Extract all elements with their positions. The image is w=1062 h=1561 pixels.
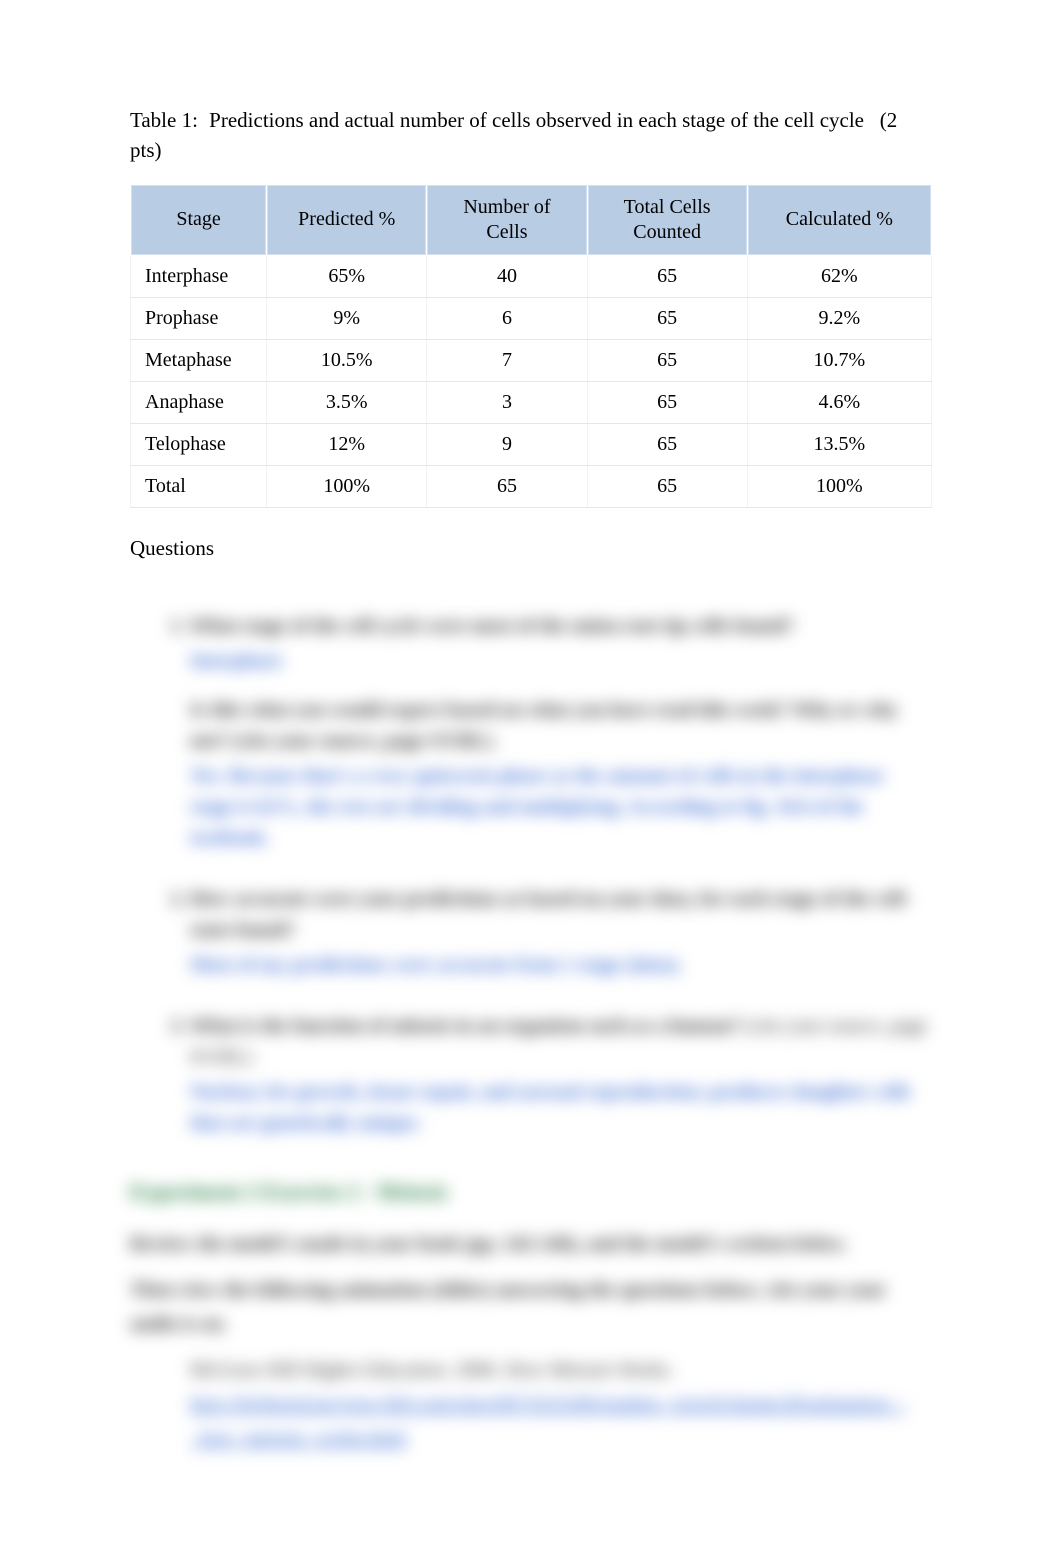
- cell-total: 65: [587, 297, 747, 339]
- questions-heading: Questions: [130, 536, 932, 561]
- cell-calculated: 62%: [747, 255, 931, 297]
- cell-stage: Metaphase: [131, 339, 267, 381]
- cell-number: 9: [427, 423, 587, 465]
- question-text: Is this what you would expect based on w…: [190, 699, 898, 752]
- cell-total: 65: [587, 381, 747, 423]
- table-caption-label: Table 1:: [130, 108, 198, 132]
- cell-stage: Telophase: [131, 423, 267, 465]
- cell-calculated: 10.7%: [747, 339, 931, 381]
- cell-predicted: 9%: [267, 297, 427, 339]
- cell-stage: Anaphase: [131, 381, 267, 423]
- table-row: Prophase9%6659.2%: [131, 297, 932, 339]
- table-row: Interphase65%406562%: [131, 255, 932, 297]
- col-header-calculated-text: Calculated %: [786, 208, 893, 230]
- cell-number: 3: [427, 381, 587, 423]
- cell-calculated: 100%: [747, 465, 931, 507]
- cell-stage: Interphase: [131, 255, 267, 297]
- cell-predicted: 3.5%: [267, 381, 427, 423]
- question-list: What stage of the cell cycle were most o…: [130, 611, 932, 1139]
- cell-cycle-table: Stage Predicted % Number of Cells Total …: [130, 184, 932, 508]
- col-header-stage: Stage: [131, 184, 267, 255]
- answer-text: Most of my predictions were accurate fro…: [190, 950, 932, 981]
- question-text: What is the function of mitosis in an or…: [190, 1015, 740, 1037]
- blur-paragraph: Review the model's made in your book (pp…: [130, 1227, 932, 1261]
- table-row: Telophase12%96513.5%: [131, 423, 932, 465]
- col-header-predicted-text: Predicted %: [298, 208, 395, 230]
- cell-predicted: 100%: [267, 465, 427, 507]
- reference-block: McGraw-Hill Higher Education. 2006. How …: [130, 1353, 932, 1455]
- col-header-total: Total Cells Counted: [587, 184, 747, 255]
- col-header-stage-text: Stage: [176, 208, 220, 230]
- cell-number: 65: [427, 465, 587, 507]
- list-item: What stage of the cell cycle were most o…: [190, 611, 932, 854]
- question-text: How accurate were your predictions as ba…: [190, 888, 910, 941]
- col-header-number: Number of Cells: [427, 184, 587, 255]
- cell-total: 65: [587, 423, 747, 465]
- table-row: Anaphase3.5%3654.6%: [131, 381, 932, 423]
- cell-calculated: 13.5%: [747, 423, 931, 465]
- cell-number: 40: [427, 255, 587, 297]
- cell-predicted: 65%: [267, 255, 427, 297]
- col-header-number-line1: Number of: [463, 196, 550, 218]
- question-cite: (cite your source, page #/URL): [190, 1015, 927, 1068]
- col-header-total-line2: Counted: [633, 221, 701, 243]
- col-header-calculated: Calculated %: [747, 184, 931, 255]
- document-page: Table 1: Predictions and actual number o…: [0, 0, 1062, 1561]
- blurred-content: What stage of the cell cycle were most o…: [130, 585, 932, 1455]
- table-caption: Table 1: Predictions and actual number o…: [130, 105, 932, 166]
- cell-number: 6: [427, 297, 587, 339]
- cell-total: 65: [587, 465, 747, 507]
- answer-text: Yes. Because that's a very quiescent pha…: [190, 761, 932, 854]
- col-header-total-line1: Total Cells: [624, 196, 711, 218]
- list-item: What is the function of mitosis in an or…: [190, 1011, 932, 1139]
- list-item: How accurate were your predictions as ba…: [190, 884, 932, 981]
- cell-predicted: 12%: [267, 423, 427, 465]
- table-body: Interphase65%406562%Prophase9%6659.2%Met…: [131, 255, 932, 507]
- table-caption-text: Predictions and actual number of cells o…: [209, 108, 864, 132]
- cell-total: 65: [587, 255, 747, 297]
- cell-calculated: 4.6%: [747, 381, 931, 423]
- cell-number: 7: [427, 339, 587, 381]
- cell-stage: Total: [131, 465, 267, 507]
- cell-stage: Prophase: [131, 297, 267, 339]
- table-header-row: Stage Predicted % Number of Cells Total …: [131, 184, 932, 255]
- cell-total: 65: [587, 339, 747, 381]
- question-text: What stage of the cell cycle were most o…: [190, 615, 794, 637]
- blur-paragraph: Then view the following animation (slide…: [130, 1273, 932, 1341]
- cell-calculated: 9.2%: [747, 297, 931, 339]
- col-header-number-line2: Cells: [486, 221, 527, 243]
- cell-predicted: 10.5%: [267, 339, 427, 381]
- table-row: Total100%6565100%: [131, 465, 932, 507]
- col-header-predicted: Predicted %: [267, 184, 427, 255]
- table-row: Metaphase10.5%76510.7%: [131, 339, 932, 381]
- answer-text: Interphase: [190, 646, 932, 677]
- reference-text: McGraw-Hill Higher Education. 2006. How …: [190, 1353, 932, 1387]
- reference-link: http://highered.mcgraw-hill.com/sites/00…: [190, 1387, 932, 1455]
- answer-text: Nuclear, for growth, tissue repair, and …: [190, 1077, 932, 1139]
- experiment-heading: Experiment 2 Exercise 2 - Meiosis: [130, 1179, 932, 1205]
